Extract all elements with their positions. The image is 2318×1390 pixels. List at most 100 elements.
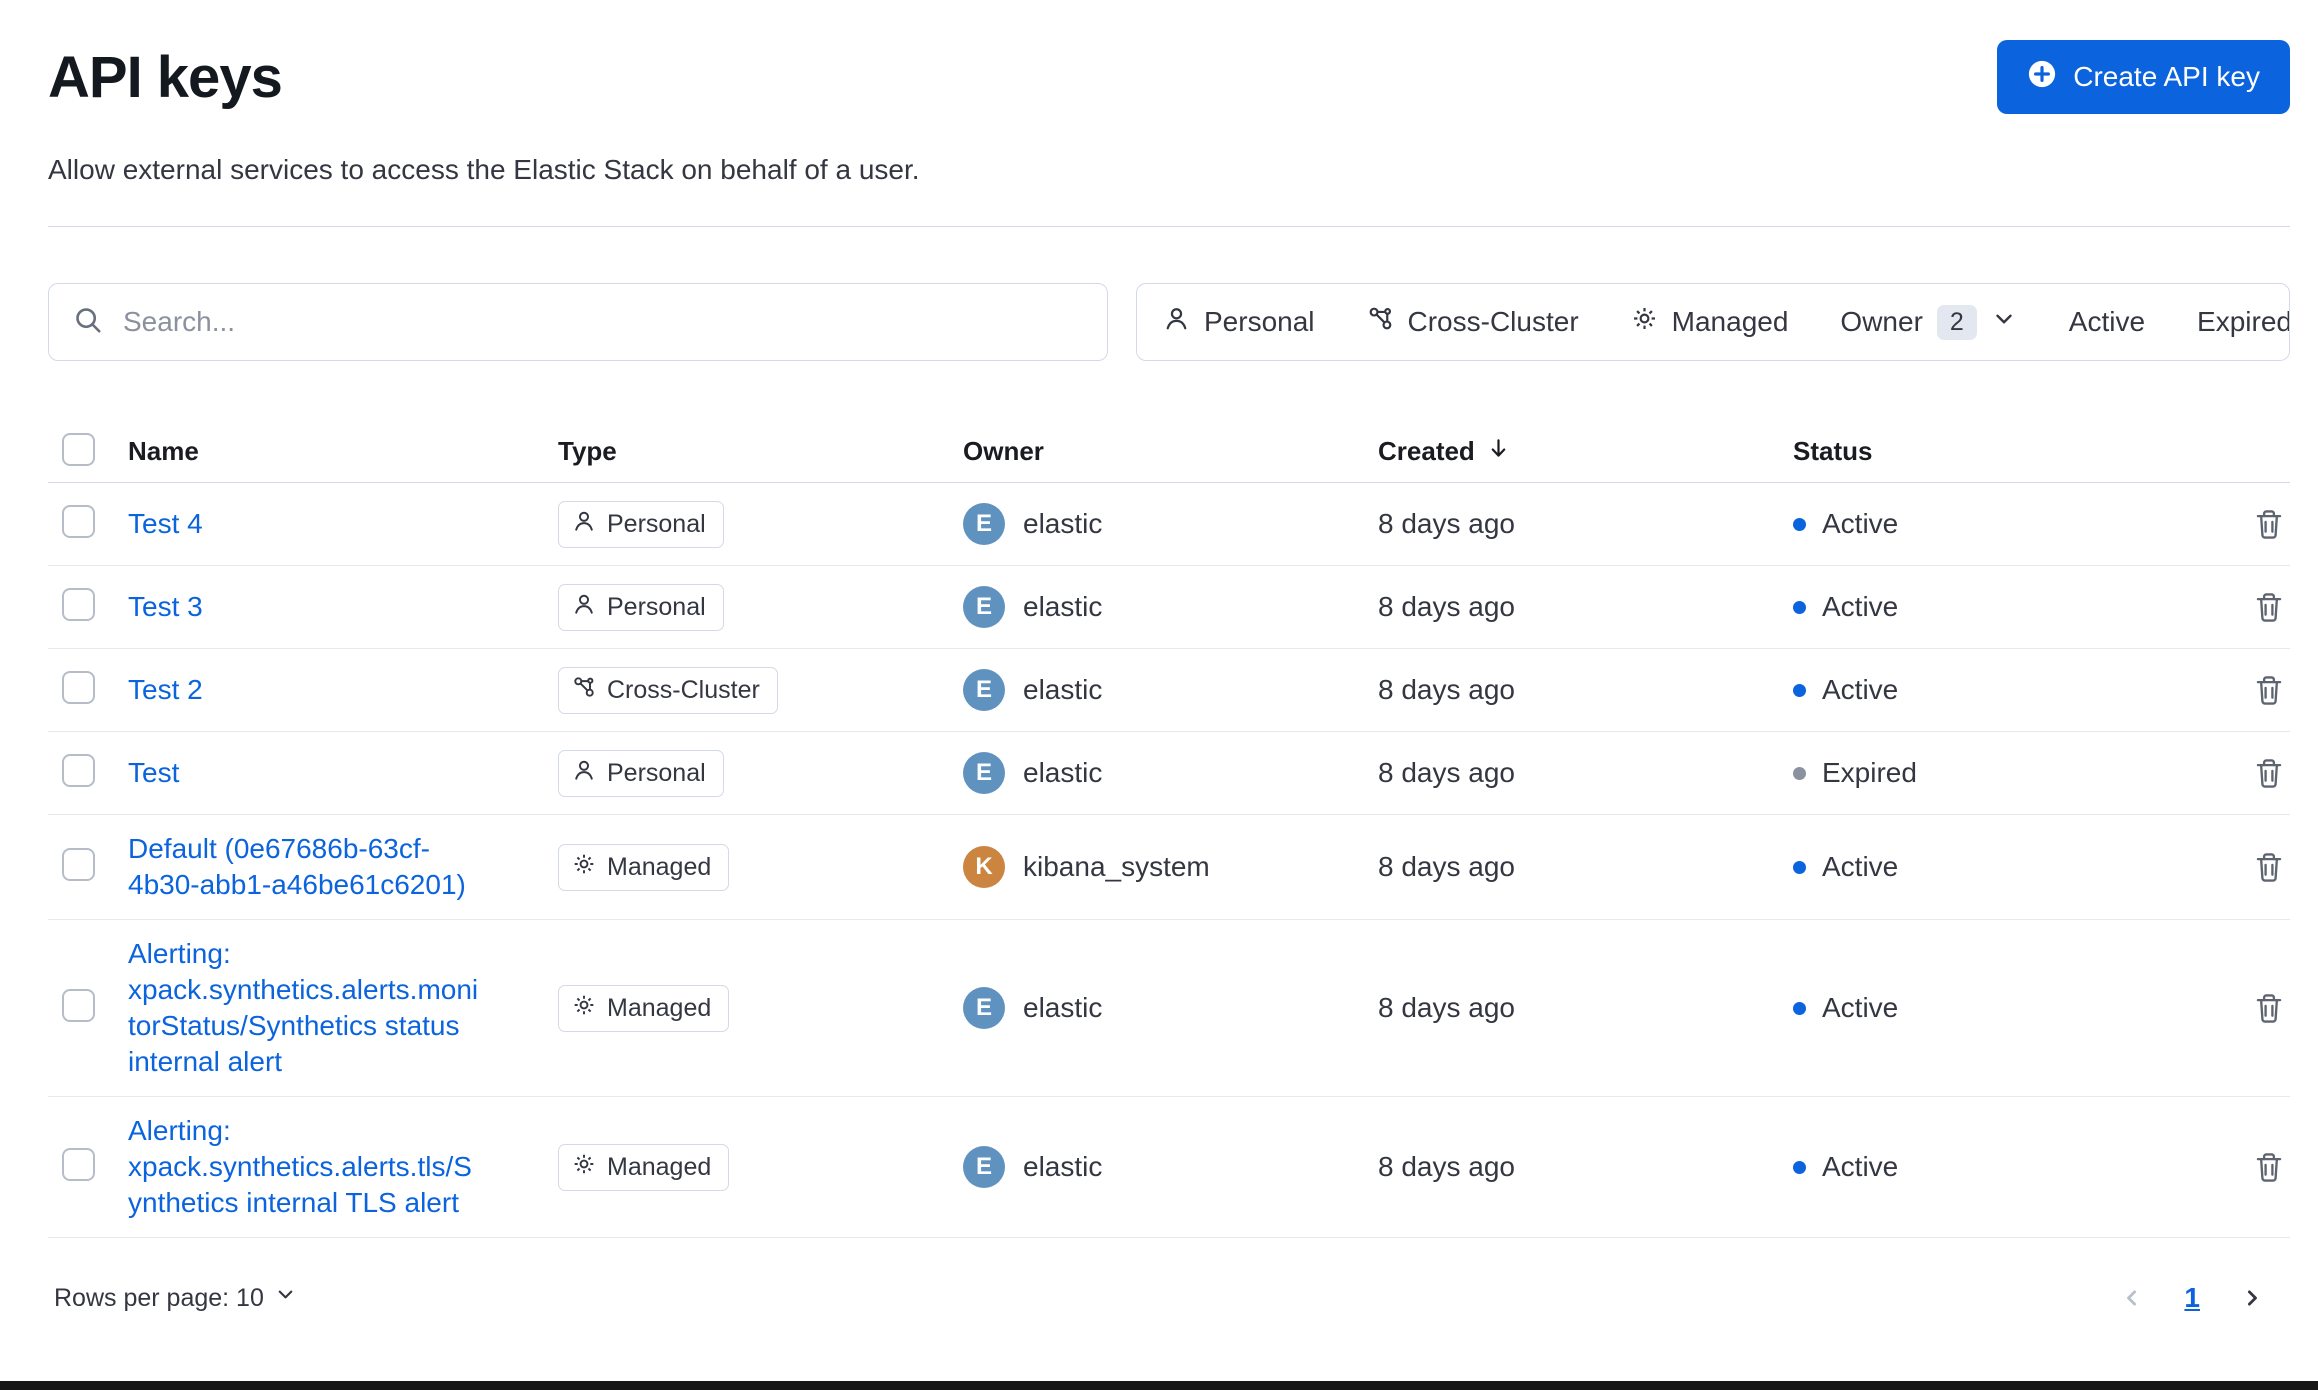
api-key-name-link[interactable]: Test (128, 757, 179, 788)
status-label: Expired (1822, 757, 1917, 788)
column-header-name: Name (128, 436, 199, 466)
trash-icon (2252, 676, 2286, 710)
owner-avatar: E (963, 669, 1005, 711)
filter-cross-cluster-button[interactable]: Cross-Cluster (1341, 284, 1605, 360)
owner-count-badge: 2 (1936, 304, 1977, 340)
status-label: Active (1822, 1151, 1899, 1182)
row-checkbox[interactable] (62, 848, 95, 881)
trash-icon (2252, 1153, 2286, 1187)
type-badge-label: Managed (607, 993, 712, 1022)
chevron-down-icon (274, 1283, 297, 1313)
api-key-name-link[interactable]: Test 4 (128, 508, 203, 539)
gear-icon (572, 993, 596, 1024)
status-dot (1793, 600, 1806, 614)
trash-icon (2252, 853, 2286, 887)
cluster-icon (572, 675, 596, 706)
status-dot (1793, 1160, 1806, 1174)
created-cell: 8 days ago (1378, 1151, 1515, 1182)
filter-personal-button[interactable]: Personal (1137, 284, 1341, 360)
created-cell: 8 days ago (1378, 757, 1515, 788)
row-checkbox[interactable] (62, 505, 95, 538)
filter-cross-cluster-label: Cross-Cluster (1407, 306, 1579, 337)
owner-name: kibana_system (1023, 851, 1210, 882)
row-checkbox[interactable] (62, 1148, 95, 1181)
api-key-name-link[interactable]: Test 2 (128, 674, 203, 705)
toolbar: Personal Cross-Cluster Managed Owner 2 (48, 283, 2290, 361)
row-checkbox[interactable] (62, 588, 95, 621)
type-badge-label: Personal (607, 758, 706, 787)
table-row: Test 2 Cross-Cluster E elastic 8 days ag… (48, 649, 2290, 732)
type-badge: Cross-Cluster (558, 666, 778, 714)
search-input[interactable] (121, 305, 1083, 339)
filter-active-button[interactable]: Active (2043, 284, 2171, 360)
created-cell: 8 days ago (1378, 591, 1515, 622)
filter-expired-button[interactable]: Expired (2171, 284, 2289, 360)
pagination: 1 (2116, 1282, 2290, 1314)
gear-icon (572, 1152, 596, 1183)
status-label: Active (1822, 674, 1899, 705)
table-row: Default (0e67686b-63cf-4b30-abb1-a46be61… (48, 815, 2290, 920)
table-row: Alerting: xpack.synthetics.alerts.monito… (48, 920, 2290, 1097)
person-icon (572, 509, 596, 540)
table-row: Alerting: xpack.synthetics.alerts.tls/Sy… (48, 1097, 2290, 1238)
chevron-right-icon (2238, 1290, 2266, 1315)
delete-api-key-button[interactable] (2248, 669, 2290, 711)
table-body: Test 4 Personal E elastic 8 days ago Act… (48, 483, 2290, 1238)
screen-bottom-edge (0, 1381, 2318, 1390)
table-footer: Rows per page: 10 1 (48, 1282, 2290, 1314)
created-cell: 8 days ago (1378, 508, 1515, 539)
search-box[interactable] (48, 283, 1108, 361)
filter-managed-button[interactable]: Managed (1605, 284, 1815, 360)
table-row: Test 3 Personal E elastic 8 days ago Act… (48, 566, 2290, 649)
delete-api-key-button[interactable] (2248, 586, 2290, 628)
rows-per-page-label: Rows per page: 10 (54, 1283, 264, 1312)
delete-api-key-button[interactable] (2248, 987, 2290, 1029)
row-checkbox[interactable] (62, 754, 95, 787)
next-page-button[interactable] (2236, 1282, 2268, 1314)
owner-avatar: E (963, 503, 1005, 545)
column-header-type: Type (558, 436, 617, 466)
header-divider (48, 226, 2290, 227)
filter-owner-dropdown[interactable]: Owner 2 (1814, 284, 2042, 360)
table-row: Test Personal E elastic 8 days ago Expir… (48, 732, 2290, 815)
delete-api-key-button[interactable] (2248, 503, 2290, 545)
owner-avatar: E (963, 586, 1005, 628)
filter-group: Personal Cross-Cluster Managed Owner 2 A… (1136, 283, 2290, 361)
type-badge-label: Personal (607, 509, 706, 538)
owner-name: elastic (1023, 757, 1103, 788)
owner-avatar: K (963, 846, 1005, 888)
owner-avatar: E (963, 987, 1005, 1029)
delete-api-key-button[interactable] (2248, 752, 2290, 794)
status-dot (1793, 1001, 1806, 1015)
type-badge: Managed (558, 843, 730, 891)
trash-icon (2252, 759, 2286, 793)
delete-api-key-button[interactable] (2248, 1146, 2290, 1188)
sort-arrow-down-icon (1485, 435, 1512, 469)
type-badge-label: Cross-Cluster (607, 675, 760, 704)
delete-api-key-button[interactable] (2248, 846, 2290, 888)
filter-managed-label: Managed (1671, 306, 1789, 337)
page-header: API keys Create API key (48, 30, 2290, 114)
status-label: Active (1822, 992, 1899, 1023)
column-header-created[interactable]: Created (1378, 435, 1793, 469)
api-key-name-link[interactable]: Test 3 (128, 591, 203, 622)
api-key-name-link[interactable]: Default (0e67686b-63cf-4b30-abb1-a46be61… (128, 833, 466, 900)
api-key-name-link[interactable]: Alerting: xpack.synthetics.alerts.monito… (128, 938, 478, 1077)
trash-icon (2252, 593, 2286, 627)
owner-name: elastic (1023, 508, 1103, 539)
trash-icon (2252, 994, 2286, 1028)
create-api-key-button[interactable]: Create API key (1997, 40, 2290, 114)
type-badge: Personal (558, 500, 724, 548)
row-checkbox[interactable] (62, 671, 95, 704)
owner-avatar: E (963, 752, 1005, 794)
filter-active-label: Active (2068, 306, 2146, 337)
api-key-name-link[interactable]: Alerting: xpack.synthetics.alerts.tls/Sy… (128, 1115, 472, 1218)
previous-page-button[interactable] (2116, 1282, 2148, 1314)
select-all-checkbox[interactable] (62, 432, 95, 466)
filter-owner-label: Owner (1840, 306, 1923, 337)
chevron-left-icon (2118, 1290, 2146, 1315)
row-checkbox[interactable] (62, 989, 95, 1022)
page-number-1[interactable]: 1 (2184, 1282, 2200, 1314)
rows-per-page-dropdown[interactable]: Rows per page: 10 (48, 1282, 303, 1314)
table-header-row: Name Type Owner Created Status (48, 421, 2290, 483)
